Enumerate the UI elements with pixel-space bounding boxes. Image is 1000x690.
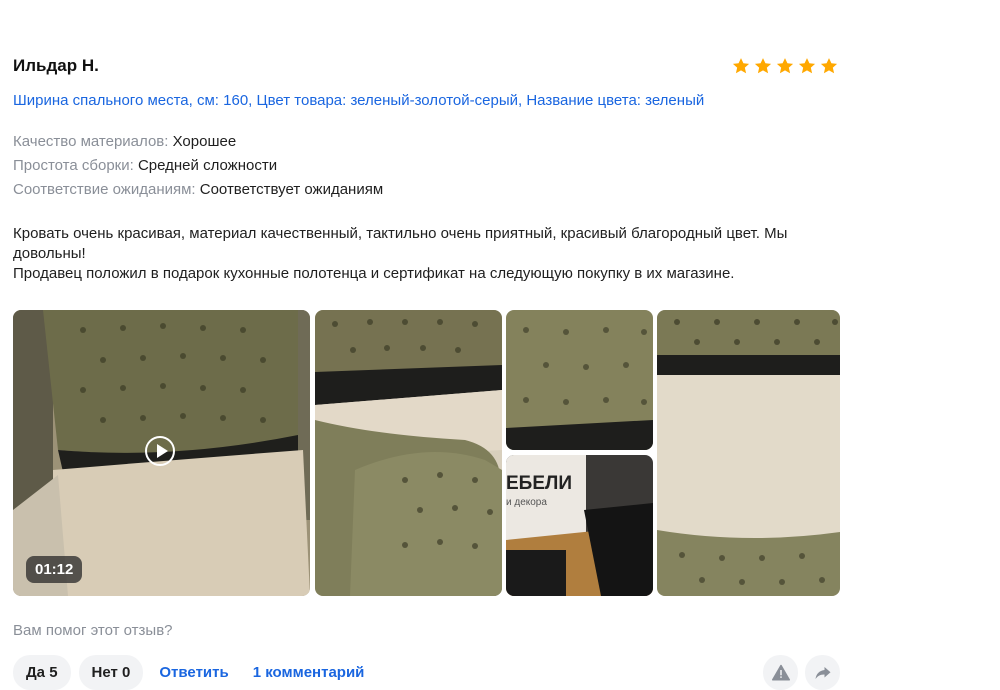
bed-photo	[315, 310, 502, 596]
review-text-line: Продавец положил в подарок кухонные поло…	[13, 265, 735, 282]
star-icon	[732, 58, 750, 74]
photo-thumbnail[interactable]	[506, 310, 653, 450]
share-button[interactable]	[805, 655, 840, 690]
star-icon	[776, 58, 794, 74]
bed-photo	[657, 310, 840, 596]
video-duration: 01:12	[26, 556, 83, 583]
attribute-value: Средней сложности	[137, 157, 278, 174]
review-text: Кровать очень красивая, материал качеств…	[13, 224, 843, 284]
report-button[interactable]	[763, 655, 798, 690]
helpful-no-count: 0	[122, 664, 131, 681]
star-icon	[798, 58, 816, 74]
box-sublabel: и декора	[506, 497, 547, 508]
review-actions: Да 5 Нет 0 Ответить 1 комментарий	[13, 655, 372, 690]
star-icon	[820, 58, 838, 74]
attribute-value: Соответствует ожиданиям	[199, 181, 384, 198]
share-arrow-icon	[815, 666, 830, 679]
reply-link[interactable]: Ответить	[151, 655, 236, 690]
attribute-label: Качество материалов:	[13, 133, 169, 150]
attribute-value: Хорошее	[172, 133, 237, 150]
comments-link[interactable]: 1 комментарий	[245, 655, 373, 690]
helpful-no-button[interactable]: Нет 0	[78, 655, 144, 690]
review-text-line: Кровать очень красивая, материал качеств…	[13, 225, 788, 262]
attribute-label: Простота сборки:	[13, 157, 134, 174]
helpful-yes-label: Да	[26, 664, 46, 681]
photo-thumbnail[interactable]	[657, 310, 840, 596]
media-gallery: 01:12 ЕБЕЛИ и декора	[13, 310, 840, 596]
helpful-yes-button[interactable]: Да 5	[13, 655, 71, 690]
helpful-question: Вам помог этот отзыв?	[13, 622, 173, 639]
bed-photo	[506, 310, 653, 450]
photo-thumbnail[interactable]: ЕБЕЛИ и декора	[506, 455, 653, 596]
attribute-row: Соответствие ожиданиям: Соответствует ож…	[13, 178, 383, 202]
play-icon[interactable]	[145, 436, 175, 466]
attribute-label: Соответствие ожиданиям:	[13, 181, 196, 198]
helpful-yes-count: 5	[49, 664, 58, 681]
review-author: Ильдар Н.	[13, 56, 99, 75]
attribute-row: Простота сборки: Средней сложности	[13, 154, 383, 178]
box-photo: ЕБЕЛИ и декора	[506, 455, 653, 596]
product-variant-link[interactable]: Ширина спального места, см: 160, Цвет то…	[13, 92, 704, 109]
rating-stars	[731, 56, 839, 76]
helpful-no-label: Нет	[91, 664, 118, 681]
star-icon	[754, 58, 772, 74]
box-label: ЕБЕЛИ	[506, 473, 572, 494]
warning-icon	[771, 664, 790, 680]
attribute-row: Качество материалов: Хорошее	[13, 130, 383, 154]
video-thumbnail[interactable]: 01:12	[13, 310, 310, 596]
review-attributes: Качество материалов: Хорошее Простота сб…	[13, 130, 383, 202]
photo-thumbnail[interactable]	[315, 310, 502, 596]
